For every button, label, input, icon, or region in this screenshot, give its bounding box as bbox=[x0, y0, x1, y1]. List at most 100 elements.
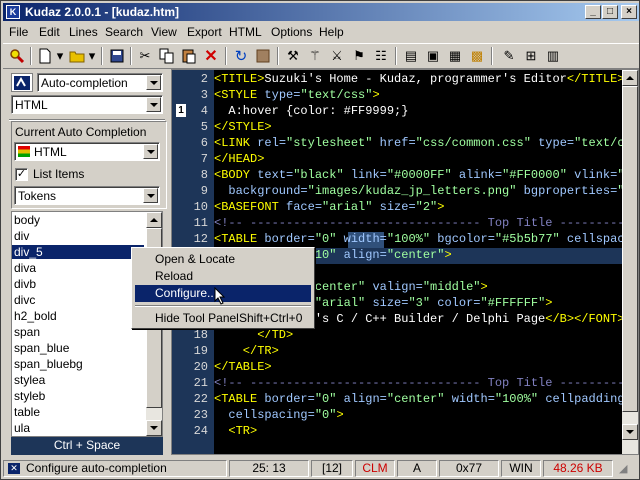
code-line[interactable]: <TITLE>Suzuki's Home - Kudaz, programmer… bbox=[214, 72, 622, 86]
token-list-item[interactable]: span_blue bbox=[14, 341, 146, 355]
editor-scrollbar[interactable] bbox=[622, 70, 638, 454]
save-icon[interactable] bbox=[107, 46, 127, 66]
code-token: link= bbox=[350, 168, 387, 182]
frame-icon[interactable]: ▦ bbox=[445, 46, 465, 66]
language-select[interactable]: HTML bbox=[11, 95, 163, 114]
bookmark-icon[interactable]: ▤ bbox=[401, 46, 421, 66]
completion-select[interactable]: HTML bbox=[14, 142, 160, 161]
cut-icon[interactable]: ✂ bbox=[135, 46, 155, 66]
menu-hide-tool-panel[interactable]: Hide Tool Panel Shift+Ctrl+0 bbox=[135, 310, 311, 327]
list-type-select[interactable]: Tokens bbox=[14, 186, 160, 205]
token-list-item[interactable]: body bbox=[14, 213, 146, 227]
line-number: 9 bbox=[200, 184, 208, 198]
minimize-button[interactable]: _ bbox=[585, 5, 601, 19]
code-line[interactable]: </TABLE> bbox=[214, 360, 272, 374]
token-list-item[interactable]: diva bbox=[14, 261, 146, 275]
open-dropdown-icon[interactable]: ▾ bbox=[87, 46, 97, 66]
grid-icon[interactable]: ▩ bbox=[467, 46, 487, 66]
filter-icon[interactable]: ⚔ bbox=[327, 46, 347, 66]
new-file-icon[interactable] bbox=[35, 46, 55, 66]
editor-scroll-thumb[interactable] bbox=[622, 86, 638, 412]
wand-icon[interactable]: ⚚ bbox=[305, 46, 325, 66]
code-token: > bbox=[336, 408, 344, 422]
code-token: </TR> bbox=[214, 344, 279, 358]
code-line[interactable]: <BASEFONT face="arial" size="2"> bbox=[214, 200, 444, 214]
token-list-item[interactable]: span bbox=[14, 325, 146, 339]
menu-export[interactable]: Export bbox=[187, 25, 222, 39]
code-line[interactable]: background="images/kudaz_jp_letters.png"… bbox=[214, 184, 622, 198]
chevron-down-icon[interactable] bbox=[146, 75, 161, 90]
chevron-down-icon[interactable] bbox=[143, 144, 158, 159]
code-line[interactable]: <TR> bbox=[214, 424, 257, 438]
window-icon[interactable]: ▣ bbox=[423, 46, 443, 66]
token-list-item[interactable]: stylea bbox=[14, 373, 146, 387]
line-number: 6 bbox=[200, 136, 208, 150]
copy-icon[interactable] bbox=[157, 46, 177, 66]
columns-icon[interactable]: ▥ bbox=[543, 46, 563, 66]
token-list-item[interactable]: divb bbox=[14, 277, 146, 291]
paste-icon[interactable] bbox=[179, 46, 199, 66]
close-button[interactable]: × bbox=[621, 5, 637, 19]
list-icon[interactable]: ☷ bbox=[371, 46, 391, 66]
code-line[interactable]: </HEAD> bbox=[214, 152, 264, 166]
token-list-item[interactable]: span_bluebg bbox=[14, 357, 146, 371]
delete-icon[interactable]: ✕ bbox=[201, 46, 221, 66]
open-folder-icon[interactable] bbox=[67, 46, 87, 66]
menu-open-locate[interactable]: Open & Locate bbox=[135, 251, 311, 268]
code-token: "#5b5b77" bbox=[494, 232, 567, 246]
code-line[interactable]: </TD> bbox=[214, 328, 293, 342]
menu-view[interactable]: View bbox=[151, 25, 177, 39]
scroll-down-icon[interactable] bbox=[146, 420, 162, 436]
line-number: 24 bbox=[193, 424, 208, 438]
token-list-item[interactable]: table bbox=[14, 405, 146, 419]
token-list-item[interactable]: divc bbox=[14, 293, 146, 307]
menu-help[interactable]: Help bbox=[319, 25, 344, 39]
token-list-item[interactable]: ula bbox=[14, 421, 146, 435]
title-bar[interactable]: K Kudaz 2.0.0.1 - [kudaz.htm] _ □ × bbox=[3, 3, 639, 21]
panel-mode-select[interactable]: Auto-completion bbox=[37, 73, 163, 92]
menu-html[interactable]: HTML bbox=[229, 25, 262, 39]
menu-lines[interactable]: Lines bbox=[69, 25, 98, 39]
code-line[interactable]: cellspacing="0"> bbox=[214, 408, 344, 422]
code-line[interactable]: A:hover {color: #FF9999;} bbox=[214, 104, 408, 118]
list-items-label[interactable]: List Items bbox=[33, 167, 84, 181]
toolbar-separator bbox=[491, 47, 493, 65]
scroll-up-icon[interactable] bbox=[146, 212, 162, 228]
code-token: A:hover {color: #FF9999;} bbox=[214, 104, 409, 118]
maximize-button[interactable]: □ bbox=[602, 5, 618, 19]
menu-file[interactable]: File bbox=[9, 25, 28, 39]
scroll-up-icon[interactable] bbox=[622, 70, 638, 86]
code-line[interactable]: </TR> bbox=[214, 344, 279, 358]
chevron-down-icon[interactable] bbox=[143, 188, 158, 203]
cursor-icon[interactable]: ✎ bbox=[499, 46, 519, 66]
code-line[interactable]: <!-- -------------------------------- To… bbox=[214, 216, 622, 230]
new-file-dropdown-icon[interactable]: ▾ bbox=[55, 46, 65, 66]
code-line[interactable]: <!-- -------------------------------- To… bbox=[214, 376, 622, 390]
tags-icon[interactable]: ⚑ bbox=[349, 46, 369, 66]
token-list-item[interactable]: div bbox=[14, 229, 146, 243]
code-line[interactable]: <TABLE border="0" width="100%" bgcolor="… bbox=[214, 232, 622, 246]
table-icon[interactable]: ⊞ bbox=[521, 46, 541, 66]
code-line[interactable]: <STYLE type="text/css"> bbox=[214, 88, 380, 102]
code-line[interactable]: <TABLE border="0" align="center" width="… bbox=[214, 392, 622, 406]
menu-options[interactable]: Options bbox=[271, 25, 312, 39]
list-items-checkbox[interactable]: ✓ bbox=[15, 168, 28, 181]
token-list-item[interactable]: h2_bold bbox=[14, 309, 146, 323]
chevron-down-icon[interactable] bbox=[146, 97, 161, 112]
code-line[interactable]: <LINK rel="stylesheet" href="css/common.… bbox=[214, 136, 622, 150]
menu-search[interactable]: Search bbox=[105, 25, 143, 39]
search-zoom-icon[interactable] bbox=[7, 46, 27, 66]
code-line[interactable]: <BODY text="black" link="#0000FF" alink=… bbox=[214, 168, 622, 182]
token-list-item[interactable]: div_5 bbox=[12, 245, 144, 259]
line-number: 23 bbox=[193, 408, 208, 422]
code-line[interactable]: </STYLE> bbox=[214, 120, 272, 134]
stop-icon[interactable] bbox=[253, 46, 273, 66]
scroll-down-icon[interactable] bbox=[622, 424, 638, 440]
resize-grip-icon[interactable]: ◢ bbox=[619, 462, 627, 475]
token-list-item[interactable]: styleb bbox=[14, 389, 146, 403]
tools-icon[interactable]: ⚒ bbox=[283, 46, 303, 66]
menu-edit[interactable]: Edit bbox=[39, 25, 60, 39]
menu-reload[interactable]: Reload bbox=[135, 268, 311, 285]
color-swatch-icon bbox=[18, 146, 30, 157]
undo-icon[interactable]: ↻ bbox=[231, 46, 251, 66]
